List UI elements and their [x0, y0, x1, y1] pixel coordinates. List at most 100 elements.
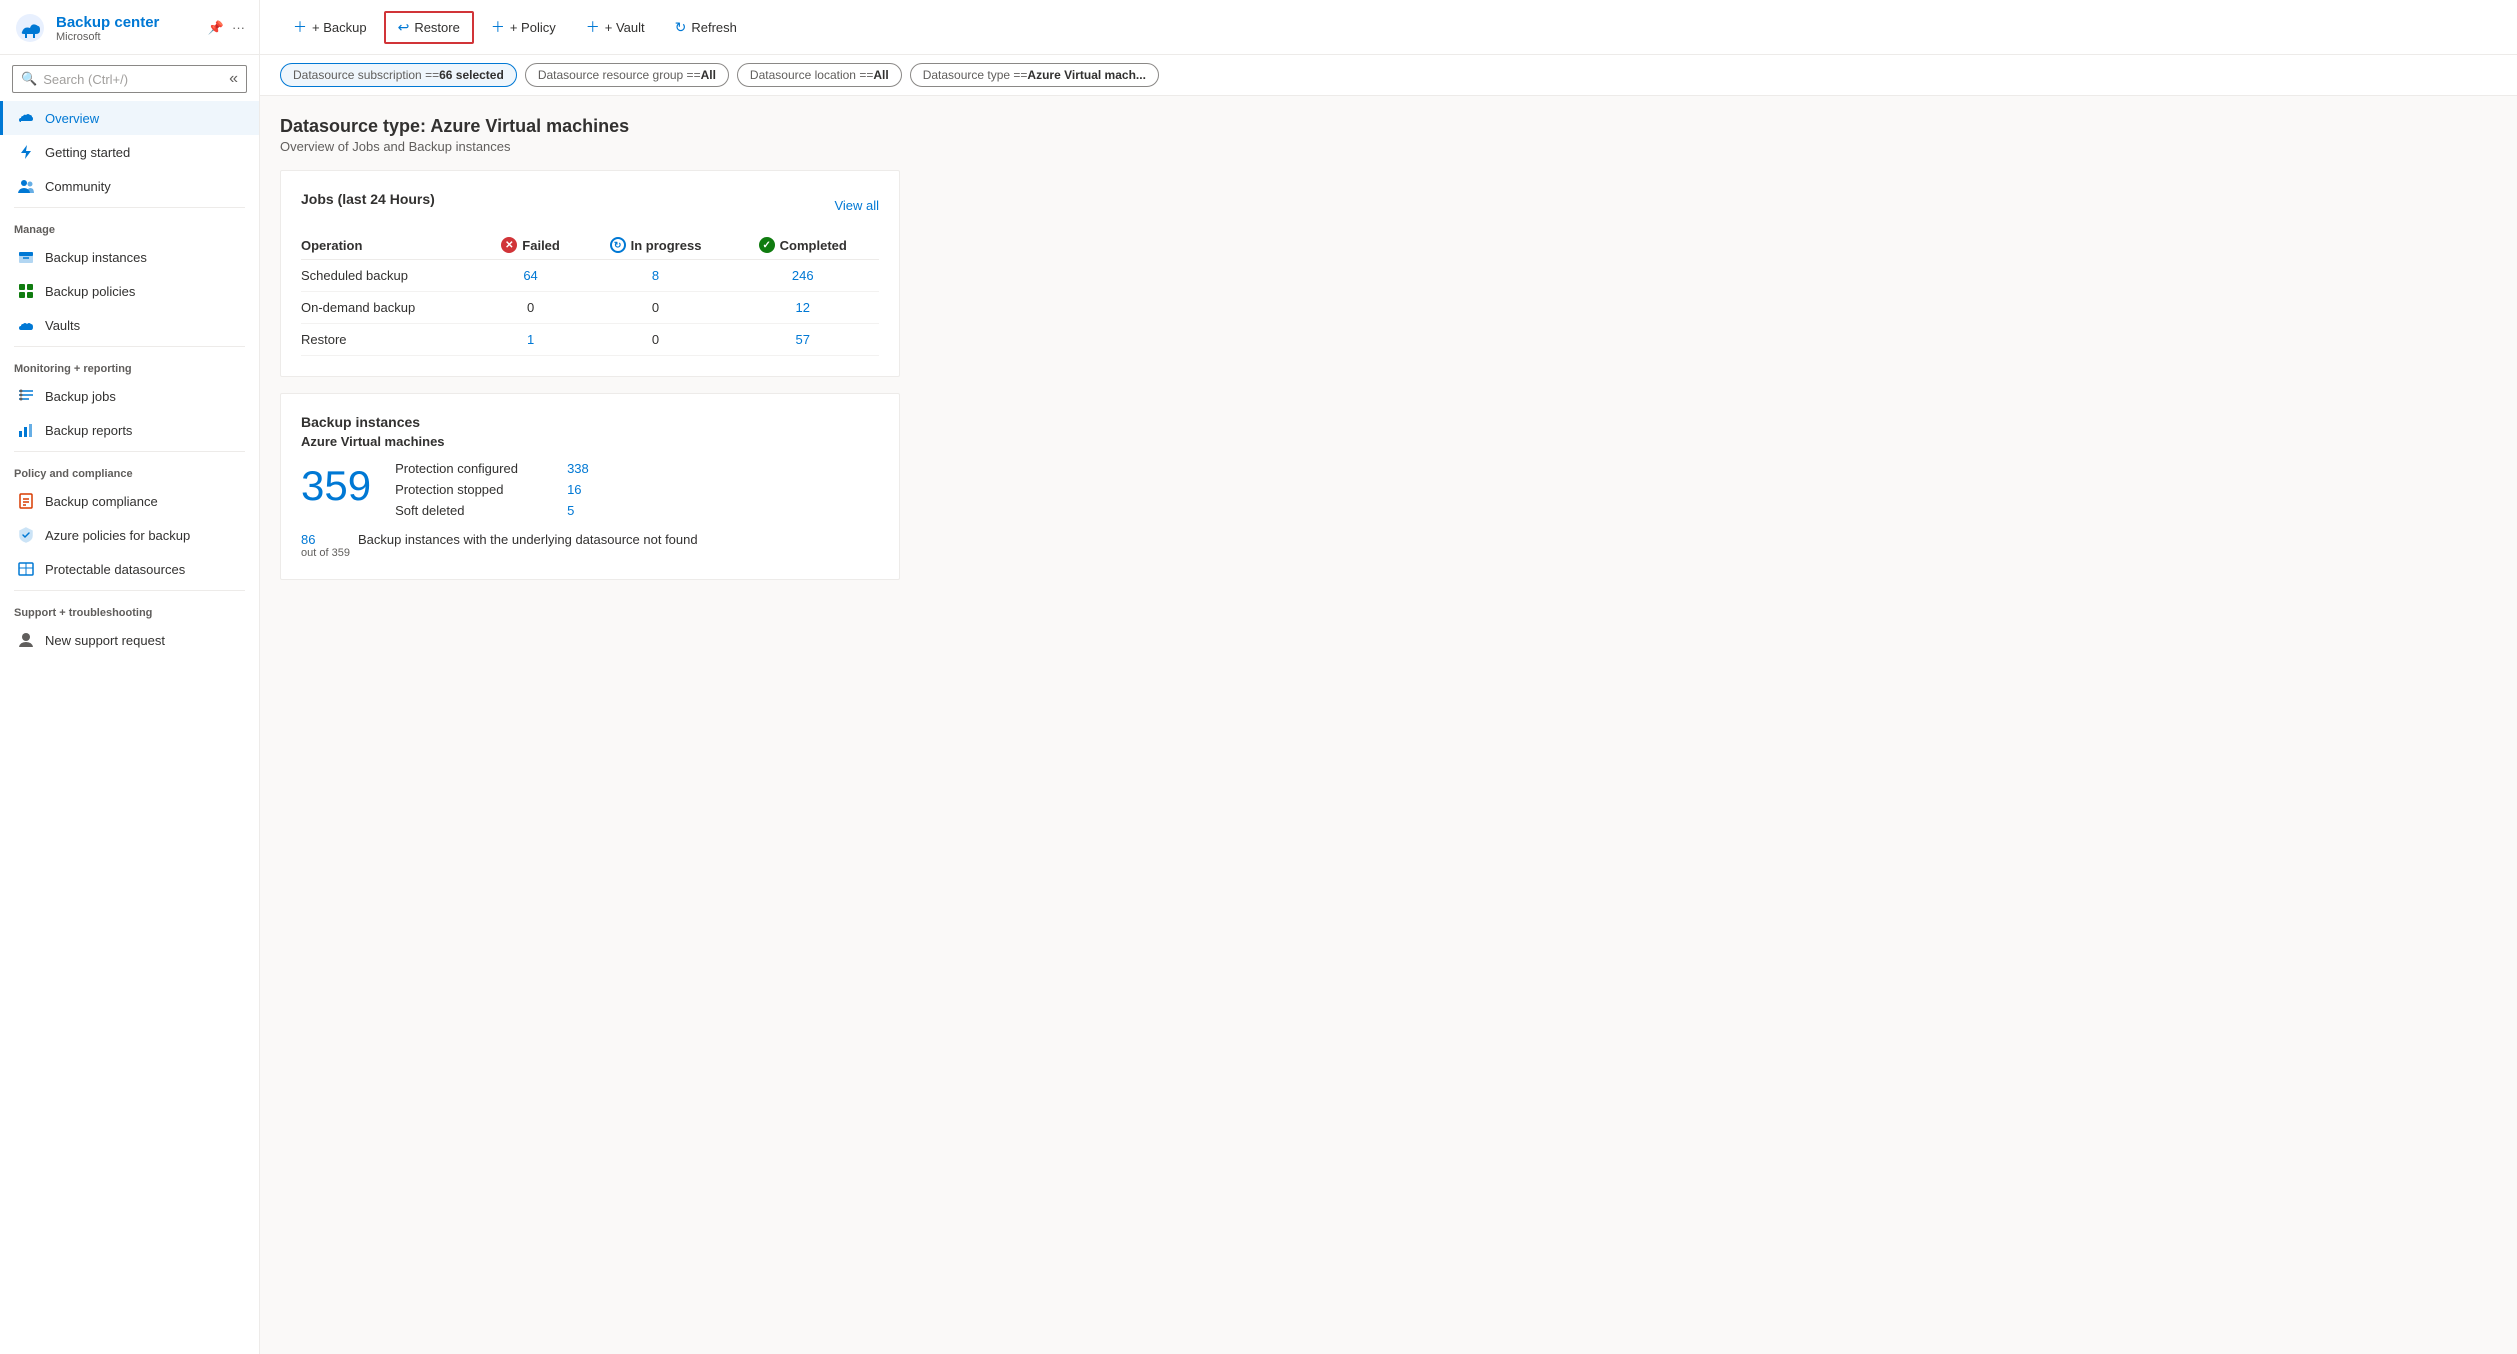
sidebar-item-backup-compliance-label: Backup compliance	[45, 494, 158, 509]
sidebar-item-getting-started[interactable]: Getting started	[0, 135, 259, 169]
backup-instances-card-subtitle: Azure Virtual machines	[301, 434, 879, 449]
sidebar-item-protectable-datasources-label: Protectable datasources	[45, 562, 185, 577]
main-content: ＋ + Backup ↩ Restore ＋ + Policy ＋ + Vaul…	[260, 0, 2517, 1354]
col-failed: ✕ Failed	[485, 231, 585, 260]
doc-icon	[17, 492, 35, 510]
sidebar-item-backup-reports-label: Backup reports	[45, 423, 132, 438]
app-subtitle: Microsoft	[56, 31, 159, 43]
app-title: Backup center	[56, 14, 159, 31]
failed-status-icon: ✕	[501, 237, 517, 253]
jobs-card-title: Jobs (last 24 Hours)	[301, 191, 435, 207]
completed-scheduled[interactable]: 246	[735, 260, 880, 292]
filter-subscription[interactable]: Datasource subscription == 66 selected	[280, 63, 517, 87]
sidebar-item-getting-started-label: Getting started	[45, 145, 130, 160]
stat-row-protection-stopped: Protection stopped 16	[395, 482, 589, 497]
backup-instances-footer: 86 out of 359 Backup instances with the …	[301, 532, 879, 559]
refresh-icon: ↻	[675, 19, 687, 36]
table-row: Scheduled backup 64 8 246	[301, 260, 879, 292]
vault-cloud-icon	[17, 316, 35, 334]
person-icon	[17, 631, 35, 649]
sidebar-item-new-support-label: New support request	[45, 633, 165, 648]
stat-label-protection-configured: Protection configured	[395, 461, 555, 476]
sidebar-item-backup-jobs[interactable]: Backup jobs	[0, 379, 259, 413]
search-icon: 🔍	[21, 71, 37, 87]
inprogress-scheduled[interactable]: 8	[585, 260, 735, 292]
backup-instances-total[interactable]: 359	[301, 465, 371, 507]
filter-datasource-type[interactable]: Datasource type == Azure Virtual mach...	[910, 63, 1159, 87]
col-in-progress: ↻ In progress	[585, 231, 735, 260]
filter-datasource-type-key: Datasource type ==	[923, 68, 1028, 82]
table-row: On-demand backup 0 0 12	[301, 292, 879, 324]
filter-datasource-type-val: Azure Virtual mach...	[1027, 68, 1145, 82]
sidebar-item-backup-instances[interactable]: Backup instances	[0, 240, 259, 274]
search-bar[interactable]: 🔍 Search (Ctrl+/) «	[12, 65, 247, 93]
cloud-icon	[17, 109, 35, 127]
pin-icon[interactable]: 📌	[208, 20, 224, 36]
backup-instances-content: 359 Protection configured 338 Protection…	[301, 461, 879, 518]
policy-button-label: + Policy	[510, 20, 556, 35]
sidebar-item-backup-policies[interactable]: Backup policies	[0, 274, 259, 308]
collapse-button[interactable]: «	[229, 70, 238, 88]
inprogress-status-icon: ↻	[610, 237, 626, 253]
backup-button-label: + Backup	[312, 20, 367, 35]
vault-button-label: + Vault	[605, 20, 645, 35]
policy-button[interactable]: ＋ + Policy	[478, 10, 569, 44]
col-operation: Operation	[301, 231, 485, 260]
sidebar-item-vaults-label: Vaults	[45, 318, 80, 333]
policy-section-label: Policy and compliance	[0, 456, 259, 484]
stat-row-protection-configured: Protection configured 338	[395, 461, 589, 476]
restore-button[interactable]: ↩ Restore	[384, 11, 474, 44]
completed-ondemand[interactable]: 12	[735, 292, 880, 324]
filter-subscription-key: Datasource subscription ==	[293, 68, 439, 82]
inprogress-restore: 0	[585, 324, 735, 356]
sidebar-item-backup-compliance[interactable]: Backup compliance	[0, 484, 259, 518]
sidebar-item-backup-jobs-label: Backup jobs	[45, 389, 116, 404]
filter-location-val: All	[873, 68, 888, 82]
sidebar-item-protectable-datasources[interactable]: Protectable datasources	[0, 552, 259, 586]
stat-val-protection-configured[interactable]: 338	[567, 461, 589, 476]
sidebar-item-backup-reports[interactable]: Backup reports	[0, 413, 259, 447]
sidebar-item-overview-label: Overview	[45, 111, 99, 126]
completed-restore[interactable]: 57	[735, 324, 880, 356]
jobs-card: Jobs (last 24 Hours) View all Operation …	[280, 170, 900, 377]
completed-status-icon: ✓	[759, 237, 775, 253]
sidebar-item-azure-policies[interactable]: Azure policies for backup	[0, 518, 259, 552]
sidebar-item-overview[interactable]: Overview	[0, 101, 259, 135]
op-ondemand-backup: On-demand backup	[301, 292, 485, 324]
restore-button-label: Restore	[414, 20, 460, 35]
people-icon	[17, 177, 35, 195]
filter-resource-group-val: All	[701, 68, 716, 82]
sidebar-item-community[interactable]: Community	[0, 169, 259, 203]
failed-restore[interactable]: 1	[485, 324, 585, 356]
toolbar: ＋ + Backup ↩ Restore ＋ + Policy ＋ + Vaul…	[260, 0, 2517, 55]
plus-backup-icon: ＋	[293, 17, 307, 37]
sidebar-nav: Overview Getting started Community Manag…	[0, 97, 259, 1354]
view-all-link[interactable]: View all	[834, 198, 879, 213]
footer-num[interactable]: 86	[301, 532, 350, 547]
backup-button[interactable]: ＋ + Backup	[280, 10, 380, 44]
box-icon	[17, 248, 35, 266]
sidebar-item-vaults[interactable]: Vaults	[0, 308, 259, 342]
footer-text: Backup instances with the underlying dat…	[358, 532, 698, 547]
vault-button[interactable]: ＋ + Vault	[573, 10, 658, 44]
more-icon[interactable]: ···	[232, 20, 245, 36]
sidebar-header-actions[interactable]: 📌 ···	[208, 20, 245, 36]
refresh-button[interactable]: ↻ Refresh	[662, 12, 750, 43]
sidebar-item-azure-policies-label: Azure policies for backup	[45, 528, 190, 543]
stat-label-soft-deleted: Soft deleted	[395, 503, 555, 518]
backup-instances-card-title: Backup instances	[301, 414, 879, 430]
filter-resource-group[interactable]: Datasource resource group == All	[525, 63, 729, 87]
grid-icon	[17, 282, 35, 300]
filter-subscription-val: 66 selected	[439, 68, 504, 82]
support-section-label: Support + troubleshooting	[0, 595, 259, 623]
inprogress-ondemand: 0	[585, 292, 735, 324]
stat-row-soft-deleted: Soft deleted 5	[395, 503, 589, 518]
failed-scheduled[interactable]: 64	[485, 260, 585, 292]
page-title: Datasource type: Azure Virtual machines	[280, 116, 2497, 137]
jobs-table: Operation ✕ Failed ↻ In progress	[301, 231, 879, 356]
stat-val-protection-stopped[interactable]: 16	[567, 482, 581, 497]
filter-location[interactable]: Datasource location == All	[737, 63, 902, 87]
sidebar-item-new-support[interactable]: New support request	[0, 623, 259, 657]
stat-val-soft-deleted[interactable]: 5	[567, 503, 574, 518]
filter-location-key: Datasource location ==	[750, 68, 873, 82]
